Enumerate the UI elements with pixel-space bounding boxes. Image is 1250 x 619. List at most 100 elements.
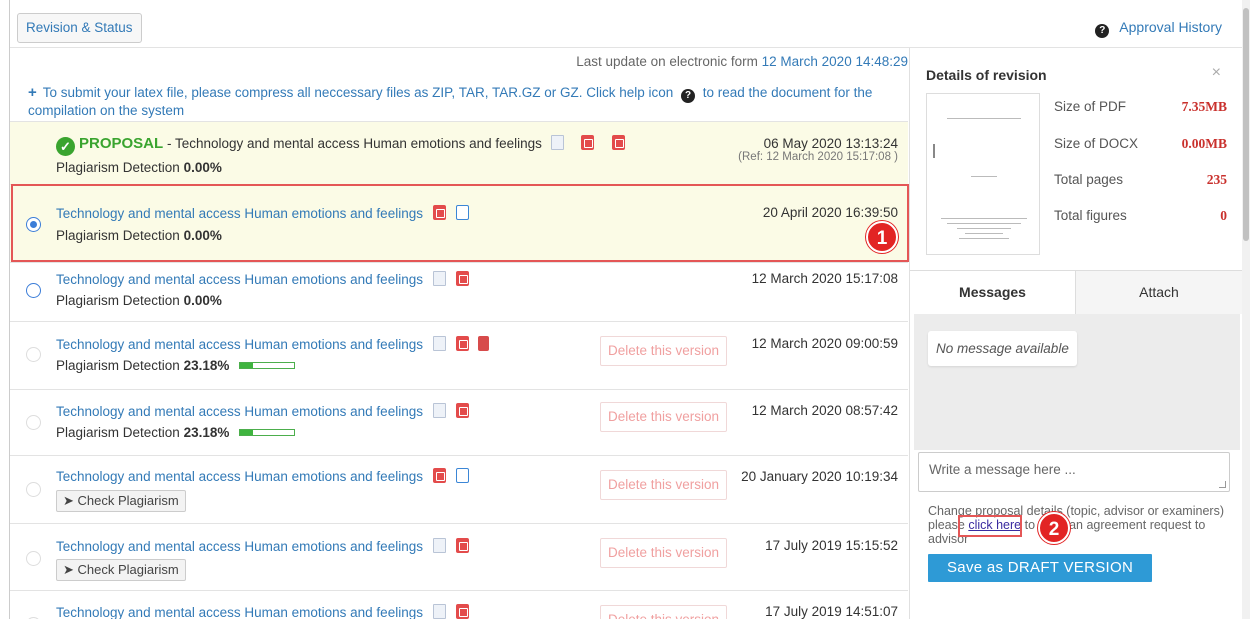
- proposal-date: 06 May 2020 13:13:24: [763, 136, 898, 151]
- delete-version-button[interactable]: Delete this version: [600, 336, 728, 366]
- revision-title[interactable]: Technology and mental access Human emoti…: [56, 272, 423, 287]
- revision-radio[interactable]: [26, 217, 41, 232]
- revision-title-line[interactable]: Technology and mental access Human emoti…: [56, 468, 469, 484]
- revision-plagiarism: Plagiarism Detection 0.00%: [56, 228, 222, 243]
- revision-row[interactable]: Technology and mental access Human emoti…: [10, 184, 908, 262]
- revision-title-line[interactable]: Technology and mental access Human emoti…: [56, 336, 490, 352]
- pdf-thumbnail[interactable]: [926, 93, 1040, 255]
- save-draft-button[interactable]: Save as DRAFT VERSION: [928, 554, 1153, 582]
- proposal-plagiarism: Plagiarism Detection 0.00%: [56, 160, 222, 175]
- plagiarism-label: Plagiarism Detection: [56, 160, 180, 175]
- send-icon: ➤: [63, 493, 74, 508]
- revision-title-line[interactable]: Technology and mental access Human emoti…: [56, 538, 469, 554]
- revision-row[interactable]: Technology and mental access Human emoti…: [10, 262, 908, 321]
- pdf-file-icon[interactable]: [455, 336, 469, 351]
- click-here-link[interactable]: click here: [968, 518, 1021, 532]
- question-circle-icon[interactable]: ?: [681, 89, 696, 103]
- revision-title[interactable]: Technology and mental access Human emoti…: [56, 404, 423, 419]
- pdf-file-icon[interactable]: [455, 604, 469, 619]
- revision-title[interactable]: Technology and mental access Human emoti…: [56, 206, 423, 221]
- docx-file-icon[interactable]: [432, 336, 446, 351]
- docx-file-icon[interactable]: [432, 604, 446, 619]
- last-update-label: Last update on electronic form: [576, 54, 758, 69]
- revision-list: Last update on electronic form 12 March …: [10, 48, 908, 619]
- scrollbar-thumb[interactable]: [1243, 8, 1249, 241]
- revision-row[interactable]: Technology and mental access Human emoti…: [10, 321, 908, 389]
- revision-title[interactable]: Technology and mental access Human emoti…: [56, 539, 423, 554]
- revision-row[interactable]: Technology and mental access Human emoti…: [10, 389, 908, 455]
- plagiarism-value: 0.00%: [183, 228, 222, 243]
- revision-title[interactable]: Technology and mental access Human emoti…: [56, 469, 423, 484]
- revision-radio[interactable]: [26, 283, 41, 298]
- plagiarism-value: 23.18%: [183, 425, 230, 440]
- delete-version-button[interactable]: Delete this version: [600, 402, 728, 432]
- revision-radio[interactable]: [26, 415, 41, 430]
- plagiarism-progress-fill: [240, 363, 253, 368]
- flag-file-icon[interactable]: [478, 336, 490, 351]
- docx-file-icon[interactable]: [432, 271, 446, 286]
- delete-version-button[interactable]: Delete this version: [600, 538, 728, 568]
- revision-title-line[interactable]: Technology and mental access Human emoti…: [56, 403, 469, 419]
- check-plagiarism-button[interactable]: ➤ Check Plagiarism: [56, 490, 186, 512]
- step-badge-2: 2: [1038, 512, 1070, 544]
- latex-notice: + To submit your latex file, please compr…: [28, 85, 898, 119]
- pdf-file-icon[interactable]: [612, 135, 626, 150]
- revision-radio[interactable]: [26, 551, 41, 566]
- revision-details-panel: Details of revision × Size of PDF 7.35MB…: [909, 48, 1242, 619]
- revision-title[interactable]: Technology and mental access Human emoti…: [56, 337, 423, 352]
- check-plagiarism-button[interactable]: ➤ Check Plagiarism: [56, 559, 186, 581]
- pdf-file-icon[interactable]: [455, 538, 469, 553]
- revision-status-button[interactable]: Revision & Status: [17, 13, 142, 43]
- scrollbar[interactable]: [1242, 0, 1250, 619]
- pdf-file-icon[interactable]: [432, 468, 446, 483]
- no-message-text: No message available: [928, 331, 1077, 366]
- revision-row[interactable]: Technology and mental access Human emoti…: [10, 455, 908, 523]
- close-icon[interactable]: ×: [1212, 64, 1221, 82]
- revision-date: 12 March 2020 08:57:42: [751, 403, 898, 418]
- panel-title: Details of revision: [926, 67, 1047, 83]
- plagiarism-label: Plagiarism Detection: [56, 293, 180, 308]
- pdf-file-icon[interactable]: [581, 135, 595, 150]
- tab-attach[interactable]: Attach: [1076, 271, 1242, 314]
- last-update-date: 12 March 2020 14:48:29: [761, 54, 908, 69]
- revision-row[interactable]: Technology and mental access Human emoti…: [10, 590, 908, 619]
- resize-handle[interactable]: [1219, 481, 1226, 488]
- revision-plagiarism: Plagiarism Detection 23.18%: [56, 358, 296, 373]
- revision-radio[interactable]: [26, 482, 41, 497]
- pdf-file-icon[interactable]: [455, 403, 469, 418]
- approval-history-link[interactable]: ? Approval History: [1095, 19, 1222, 38]
- revision-date: 17 July 2019 15:15:52: [765, 538, 898, 553]
- revision-plagiarism: Plagiarism Detection 23.18%: [56, 425, 296, 440]
- plagiarism-value: 23.18%: [183, 358, 230, 373]
- revision-title-line[interactable]: Technology and mental access Human emoti…: [56, 271, 469, 287]
- docx-file-icon[interactable]: [550, 135, 564, 150]
- proposal-row[interactable]: ✓ PROPOSAL - Technology and mental access…: [10, 121, 908, 184]
- docx-file-icon[interactable]: [432, 538, 446, 553]
- check-plagiarism-label: Check Plagiarism: [77, 493, 179, 508]
- revision-title[interactable]: Technology and mental access Human emoti…: [56, 605, 423, 619]
- message-list: No message available: [914, 314, 1240, 450]
- delete-version-button[interactable]: Delete this version: [600, 605, 728, 619]
- proposal-date-block: 06 May 2020 13:13:24 (Ref: 12 March 2020…: [738, 136, 898, 163]
- code-file-icon[interactable]: [455, 205, 469, 220]
- tab-messages[interactable]: Messages: [910, 271, 1076, 314]
- proposal-title-line[interactable]: ✓ PROPOSAL - Technology and mental access…: [56, 135, 626, 156]
- step-badge-1: 1: [866, 221, 898, 253]
- pdf-file-icon[interactable]: [432, 205, 446, 220]
- revision-date: 17 July 2019 14:51:07: [765, 604, 898, 619]
- plagiarism-value: 0.00%: [183, 160, 222, 175]
- revision-row[interactable]: Technology and mental access Human emoti…: [10, 523, 908, 590]
- last-update: Last update on electronic form 12 March …: [576, 54, 908, 69]
- code-file-icon[interactable]: [455, 468, 469, 483]
- docx-file-icon[interactable]: [432, 403, 446, 418]
- check-circle-icon: ✓: [56, 137, 75, 156]
- plagiarism-progress-bar: [239, 362, 296, 369]
- revision-title-line[interactable]: Technology and mental access Human emoti…: [56, 604, 469, 619]
- delete-version-button[interactable]: Delete this version: [600, 470, 728, 500]
- pdf-file-icon[interactable]: [455, 271, 469, 286]
- message-placeholder: Write a message here ...: [929, 462, 1076, 477]
- approval-history-label: Approval History: [1119, 19, 1222, 35]
- message-input[interactable]: Write a message here ...: [918, 452, 1230, 492]
- revision-radio[interactable]: [26, 347, 41, 362]
- revision-title-line[interactable]: Technology and mental access Human emoti…: [56, 205, 469, 221]
